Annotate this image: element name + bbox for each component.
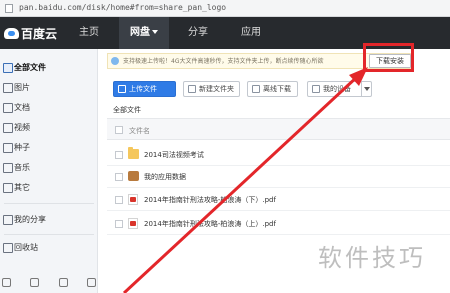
folder-icon (128, 147, 139, 159)
sidebar-divider (4, 203, 94, 204)
share-icon (3, 215, 13, 225)
button-label: 我的设备 (323, 85, 351, 93)
nav-item-share[interactable]: 分享 (178, 17, 218, 49)
sidebar-divider (4, 234, 94, 235)
other-files-icon (3, 183, 13, 193)
new-folder-button[interactable]: 新建文件夹 (183, 81, 240, 97)
trash-icon (3, 243, 13, 253)
nav-item-home[interactable]: 主页 (68, 17, 110, 49)
file-name[interactable]: 我的应用数据 (144, 172, 186, 182)
sidebar-item-label: 其它 (14, 183, 30, 192)
nav-item-label: 应用 (241, 27, 261, 38)
document-icon (3, 103, 13, 113)
file-name[interactable]: 2014年指南针刑法攻略-柏浪涛（上）.pdf (144, 219, 276, 229)
windows-icon[interactable] (2, 278, 11, 287)
column-header-filename[interactable]: 文件名 (129, 126, 150, 136)
table-row[interactable]: 2014年指南针刑法攻略-柏浪涛（下）.pdf (107, 189, 450, 211)
sidebar-item-my-shares[interactable]: 我的分享 (0, 210, 97, 230)
row-checkbox[interactable] (115, 220, 123, 228)
baidu-cloud-logo[interactable]: 百度云 (4, 24, 57, 42)
row-checkbox[interactable] (115, 173, 123, 181)
chevron-down-icon[interactable] (361, 82, 371, 96)
apple-icon[interactable] (58, 278, 68, 287)
sidebar: 全部文件 图片 文档 视频 种子 音乐 其它 我的分享 回收站 (0, 49, 98, 293)
sidebar-item-recycle-bin[interactable]: 回收站 (0, 238, 97, 258)
sidebar-item-label: 音乐 (14, 163, 30, 172)
file-table-header: 文件名 (107, 118, 450, 140)
sidebar-item-music[interactable]: 音乐 (0, 158, 97, 178)
upload-icon (118, 85, 126, 93)
button-label: 离线下载 (263, 85, 291, 93)
notice-message: 支持极速上传啦！4G大文件高速秒传，支持文件夹上传，断点续传随心所欲 (123, 58, 324, 65)
sidebar-item-label: 全部文件 (14, 63, 46, 72)
sidebar-item-other[interactable]: 其它 (0, 178, 97, 198)
my-devices-button[interactable]: 我的设备 (307, 81, 372, 97)
breadcrumb[interactable]: 全部文件 (113, 105, 141, 115)
sidebar-item-all-files[interactable]: 全部文件 (0, 58, 97, 78)
file-name[interactable]: 2014司法视频考试 (144, 150, 204, 160)
sidebar-item-label: 图片 (14, 83, 30, 92)
sidebar-item-torrents[interactable]: 种子 (0, 138, 97, 158)
table-row[interactable]: 2014年指南针刑法攻略-柏浪涛（上）.pdf (107, 213, 450, 235)
nav-item-label: 主页 (79, 27, 99, 38)
nav-item-apps[interactable]: 应用 (231, 17, 271, 49)
all-files-icon (3, 63, 13, 73)
image-icon (3, 83, 13, 93)
nav-item-netdisk[interactable]: 网盘 (119, 17, 169, 49)
sidebar-item-label: 文档 (14, 103, 30, 112)
torrent-icon (3, 143, 13, 153)
offline-download-icon (252, 85, 260, 93)
browser-address-bar[interactable]: pan.baidu.com/disk/home#from=share_pan_l… (0, 0, 450, 17)
table-row[interactable]: 我的应用数据 (107, 166, 450, 188)
button-label: 新建文件夹 (199, 85, 234, 93)
table-row[interactable]: 2014司法视频考试 (107, 144, 450, 166)
file-name[interactable]: 2014年指南针刑法攻略-柏浪涛（下）.pdf (144, 195, 276, 205)
pdf-icon (128, 218, 138, 229)
nav-item-label: 网盘 (130, 27, 150, 38)
logo-text: 百度云 (21, 26, 58, 41)
new-folder-icon (188, 85, 196, 93)
android-icon[interactable] (30, 278, 40, 287)
sidebar-item-label: 我的分享 (14, 215, 46, 224)
sidebar-item-images[interactable]: 图片 (0, 78, 97, 98)
upload-file-button[interactable]: 上传文件 (113, 81, 176, 97)
row-checkbox[interactable] (115, 196, 123, 204)
sidebar-item-label: 种子 (14, 143, 30, 152)
screenshot-root: pan.baidu.com/disk/home#from=share_pan_l… (0, 0, 450, 293)
offline-download-button[interactable]: 离线下载 (247, 81, 298, 97)
sidebar-item-label: 视频 (14, 123, 30, 132)
sidebar-item-label: 回收站 (14, 243, 38, 252)
music-icon (3, 163, 13, 173)
chevron-down-icon (152, 30, 158, 34)
sidebar-client-icons (2, 278, 96, 290)
watermark-text: 软件技巧 (318, 244, 426, 272)
sidebar-item-documents[interactable]: 文档 (0, 98, 97, 118)
select-all-checkbox[interactable] (115, 126, 123, 134)
row-checkbox[interactable] (115, 151, 123, 159)
nav-item-label: 分享 (188, 27, 208, 38)
pdf-icon (128, 194, 138, 205)
page-icon (5, 4, 13, 13)
url-text[interactable]: pan.baidu.com/disk/home#from=share_pan_l… (19, 3, 226, 12)
app-data-icon (128, 171, 139, 181)
annotation-highlight-box (363, 43, 414, 72)
video-icon (3, 123, 13, 133)
mobile-icon[interactable] (86, 278, 96, 287)
cloud-logo-icon (4, 27, 19, 39)
sidebar-item-videos[interactable]: 视频 (0, 118, 97, 138)
info-icon (111, 57, 119, 65)
device-icon (312, 85, 320, 93)
button-label: 上传文件 (129, 85, 157, 93)
